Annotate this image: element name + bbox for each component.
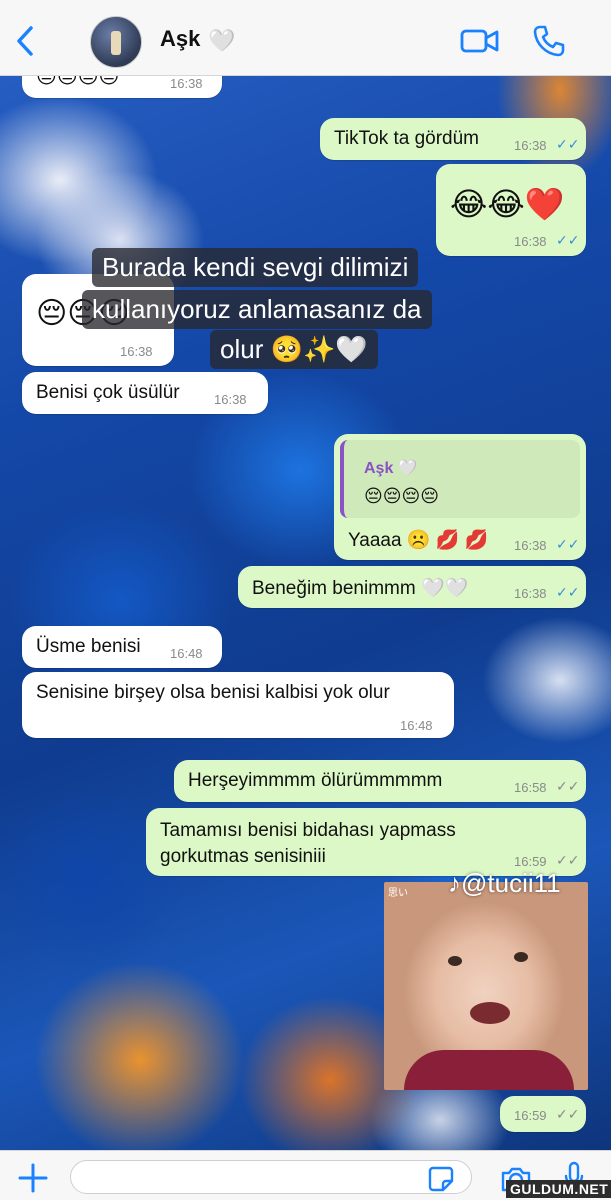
sticker-image[interactable]: 思い: [384, 882, 588, 1090]
sticker-eye: [448, 956, 462, 966]
message-time: 16:38: [120, 344, 153, 359]
read-check-icon: ✓✓: [556, 584, 580, 600]
message-time: 16:38: [514, 586, 547, 601]
message-text: TikTok ta gördüm: [334, 128, 480, 149]
quote-author: Aşk 🤍: [364, 460, 418, 477]
read-check-icon: ✓✓: [556, 536, 580, 552]
message-incoming[interactable]: Senisine birşey olsa benisi kalbisi yok …: [22, 672, 454, 738]
avatar[interactable]: [90, 16, 142, 68]
video-camera-icon: [460, 29, 499, 53]
message-outgoing[interactable]: 😂😂❤️ 16:38 ✓✓: [436, 164, 586, 256]
quote-text: 😔😔😔😔: [364, 486, 440, 506]
voice-call-button[interactable]: [532, 24, 566, 58]
sticker-button[interactable]: [428, 1166, 454, 1192]
overlay-caption-line: kullanıyoruz anlamasanız da: [82, 290, 432, 329]
delivered-check-icon: ✓✓: [556, 852, 580, 868]
tiktok-handle: @tucii11: [461, 868, 561, 898]
message-text: 😂😂❤️: [450, 186, 565, 222]
contact-emoji: 🤍: [208, 28, 236, 53]
message-time: 16:58: [514, 780, 547, 795]
message-time: 16:48: [170, 646, 203, 661]
video-call-button[interactable]: [460, 26, 500, 56]
plus-icon: [18, 1163, 48, 1193]
message-text: Senisine birşey olsa benisi kalbisi yok …: [36, 682, 390, 703]
read-check-icon: ✓✓: [556, 136, 580, 152]
sticker-mouth: [470, 1002, 510, 1024]
contact-name[interactable]: Aşk: [160, 26, 200, 52]
message-outgoing[interactable]: Herşeyimmmm ölürümmmmm 16:58 ✓✓: [174, 760, 586, 802]
message-time: 16:38: [214, 392, 247, 407]
chat-header: Aşk 🤍: [0, 0, 611, 76]
overlay-caption-line: olur 🥺✨🤍: [210, 330, 378, 369]
message-text: Benisi çok üsülür: [36, 382, 180, 403]
message-text: Herşeyimmmm ölürümmmmm: [188, 770, 443, 791]
message-text: Üsme benisi: [36, 636, 141, 657]
message-outgoing[interactable]: Beneğim benimmm 🤍🤍 16:38 ✓✓: [238, 566, 586, 608]
chevron-left-icon: [17, 26, 33, 56]
back-button[interactable]: [14, 24, 44, 58]
message-incoming[interactable]: Üsme benisi 16:48: [22, 626, 222, 668]
sticker-icon: [428, 1166, 454, 1192]
attach-button[interactable]: [18, 1163, 48, 1193]
quoted-message[interactable]: Aşk 🤍 😔😔😔😔: [340, 440, 580, 518]
site-watermark: GULDUM.NET: [506, 1180, 611, 1198]
sticker-tag: 思い: [388, 888, 408, 899]
sticker-eye: [514, 952, 528, 962]
message-outgoing[interactable]: Tamamısı benisi bidahası yapmass gorkutm…: [146, 808, 586, 876]
message-time: 16:38: [514, 538, 547, 553]
message-text: Yaaaa ☹️ 💋 💋: [348, 530, 489, 551]
message-text: Beneğim benimmm 🤍🤍: [252, 578, 469, 599]
phone-icon: [533, 25, 565, 57]
message-incoming[interactable]: Benisi çok üsülür 16:38: [22, 372, 268, 414]
message-time: 16:38: [514, 138, 547, 153]
message-outgoing-reply[interactable]: Aşk 🤍 😔😔😔😔 Yaaaa ☹️ 💋 💋 16:38 ✓✓: [334, 434, 586, 560]
message-input[interactable]: [70, 1160, 472, 1194]
message-outgoing[interactable]: TikTok ta gördüm 16:38 ✓✓: [320, 118, 586, 160]
sticker-shirt: [404, 1050, 574, 1090]
tiktok-logo-icon: ♪: [448, 868, 461, 898]
message-text: gorkutmas senisiniii: [160, 846, 326, 867]
read-check-icon: ✓✓: [556, 232, 580, 248]
delivered-check-icon: ✓✓: [556, 1106, 580, 1122]
message-time: 16:48: [400, 718, 433, 733]
message-time: 16:38: [514, 234, 547, 249]
message-text: Tamamısı benisi bidahası yapmass: [160, 820, 456, 841]
overlay-caption-line: Burada kendi sevgi dilimizi: [92, 248, 419, 287]
message-outgoing-sticker-time[interactable]: 16:59 ✓✓: [500, 1096, 586, 1132]
message-time: 16:38: [170, 76, 203, 91]
tiktok-watermark: ♪@tucii11: [448, 868, 561, 899]
delivered-check-icon: ✓✓: [556, 778, 580, 794]
message-time: 16:59: [514, 1108, 547, 1123]
message-time: 16:59: [514, 854, 547, 869]
